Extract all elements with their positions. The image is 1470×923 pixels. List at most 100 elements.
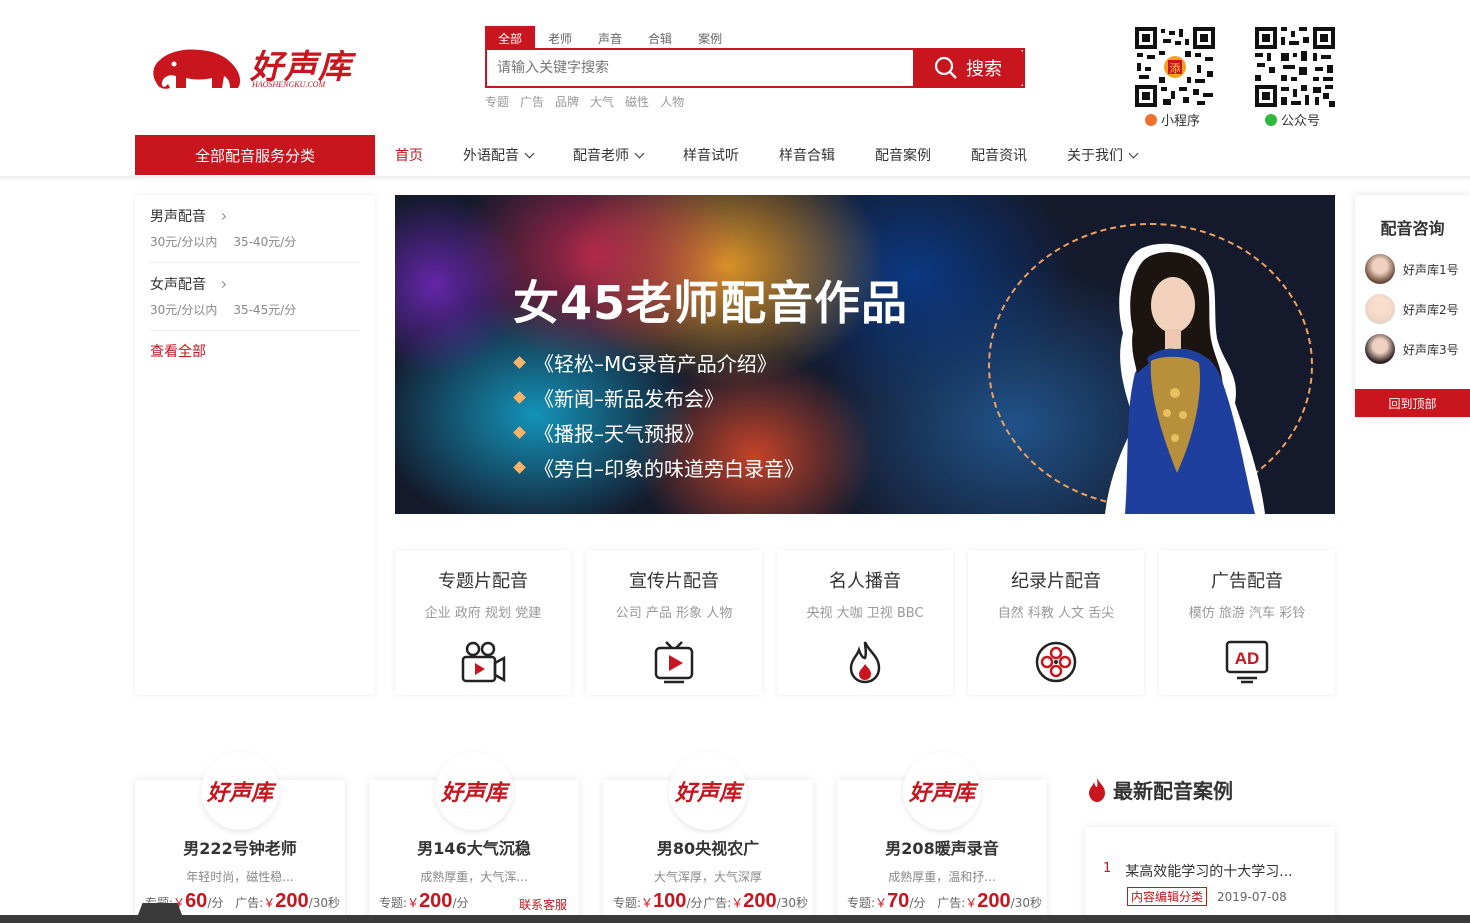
case-item[interactable]: 1 某高效能学习的十大学习... (1103, 861, 1320, 881)
search-tab-teacher[interactable]: 老师 (535, 26, 585, 48)
voice-desc: 年轻时尚，磁性稳... (186, 870, 294, 884)
price-label: 广告: (703, 896, 732, 910)
banner-work-title: 《新闻–新品发布会》 (534, 387, 724, 411)
lock-icon[interactable] (135, 903, 185, 923)
logo-subtext: HAOSHENGKU.COM (252, 80, 326, 89)
consult-agent-name: 好声库2号 (1403, 302, 1459, 317)
nav-teachers[interactable]: 配音老师 (573, 145, 645, 165)
category-card-ad[interactable]: 广告配音 模仿 旅游 汽车 彩铃 AD (1159, 550, 1335, 695)
banner-works-list: 《轻松–MG录音产品介绍》 《新闻–新品发布会》 《播报–天气预报》 《旁白–印… (513, 345, 804, 485)
banner-work-item: 《旁白–印象的味道旁白录音》 (513, 450, 804, 485)
category-card-promo[interactable]: 宣传片配音 公司 产品 形象 人物 (586, 550, 762, 695)
consult-agent-name: 好声库3号 (1403, 342, 1459, 357)
search-tab-all[interactable]: 全部 (485, 26, 536, 48)
consult-agent[interactable]: 好声库2号 (1365, 289, 1470, 329)
currency: ￥ (641, 896, 654, 910)
category-title: 专题片配音 (438, 571, 528, 592)
currency: ￥ (965, 896, 978, 910)
category-title: 纪录片配音 (1011, 571, 1101, 592)
bottom-toolbar (0, 915, 1470, 923)
category-card-documentary[interactable]: 纪录片配音 自然 科教 人文 舌尖 (968, 550, 1144, 695)
nav-label: 关于我们 (1067, 148, 1123, 164)
nav-home[interactable]: 首页 (395, 145, 423, 165)
chevron-down-icon (1128, 148, 1139, 158)
nav-albums[interactable]: 样音合辑 (779, 145, 835, 165)
hot-word[interactable]: 磁性 (625, 93, 649, 110)
chevron-right-icon (218, 212, 227, 220)
hot-word[interactable]: 广告 (520, 93, 544, 110)
nav-label: 样音合辑 (779, 148, 835, 164)
sidebar-item-male[interactable]: 男声配音 (150, 207, 360, 225)
voice-card[interactable]: 好声库 男222号钟老师 年轻时尚，磁性稳... 专题:￥60/分 广告:￥20… (135, 752, 345, 923)
price-label: 专题: (613, 896, 642, 910)
nav-news[interactable]: 配音资讯 (971, 145, 1027, 165)
sidebar-sub-link[interactable]: 30元/分以内 (150, 301, 217, 318)
voice-card[interactable]: 好声库 男146大气沉稳 成熟厚重，大气浑... 专题:￥200/分 联系客服 (369, 752, 579, 923)
video-camera-icon (461, 641, 506, 683)
diamond-bullet-icon (513, 426, 526, 439)
currency: ￥ (407, 896, 420, 910)
category-title: 宣传片配音 (629, 571, 719, 592)
search-button[interactable]: 搜索 (913, 50, 1023, 86)
nav-label: 外语配音 (463, 148, 519, 164)
price-unit: /分 (909, 896, 926, 910)
category-sidebar: 男声配音 30元/分以内 35-40元/分 女声配音 30元/分以内 35-45… (135, 195, 375, 695)
banner-work-title: 《播报–天气预报》 (534, 422, 704, 446)
hot-word[interactable]: 人物 (660, 93, 684, 110)
search-tab-case[interactable]: 案例 (685, 26, 735, 48)
consult-agent[interactable]: 好声库3号 (1365, 329, 1470, 369)
sidebar-item-female[interactable]: 女声配音 (150, 275, 360, 293)
hot-word[interactable]: 大气 (590, 93, 614, 110)
hot-words: 专题 广告 品牌 大气 磁性 人物 (485, 93, 684, 110)
all-categories-button[interactable]: 全部配音服务分类 (135, 135, 375, 175)
nav-label: 配音案例 (875, 148, 931, 164)
nav-foreign-dubbing[interactable]: 外语配音 (463, 145, 535, 165)
sidebar-sub-link[interactable]: 30元/分以内 (150, 233, 217, 250)
search-tab-album[interactable]: 合辑 (635, 26, 685, 48)
back-to-top-button[interactable]: 回到顶部 (1355, 389, 1470, 417)
nav-samples[interactable]: 样音试听 (683, 145, 739, 165)
case-category-tag[interactable]: 内容编辑分类 (1127, 887, 1208, 906)
case-date: 2019-07-08 (1217, 889, 1287, 904)
consult-agent[interactable]: 好声库1号 (1365, 249, 1470, 289)
ad-screen-icon: AD (1225, 640, 1269, 684)
topic-price: 100 (653, 890, 687, 912)
price-unit: /分 (452, 896, 469, 910)
voice-card[interactable]: 好声库 男208暖声录音 成熟厚重，温和抒... 专题:￥70/分 广告:￥20… (837, 752, 1047, 923)
ad-price: 200 (743, 890, 777, 912)
miniprogram-icon (1145, 113, 1157, 126)
main-nav: 首页 外语配音 配音老师 样音试听 样音合辑 配音案例 配音资讯 关于我们 (395, 135, 1177, 175)
search-tab-voice[interactable]: 声音 (585, 26, 635, 48)
search-input[interactable] (487, 50, 913, 86)
avatar (1365, 294, 1395, 324)
sidebar-sub-link[interactable]: 35-45元/分 (233, 301, 296, 318)
diamond-bullet-icon (513, 391, 526, 404)
banner-work-title: 《轻松–MG录音产品介绍》 (534, 352, 777, 376)
voice-name: 男80央视农广 (656, 839, 760, 858)
category-card-topic[interactable]: 专题片配音 企业 政府 规划 党建 (395, 550, 571, 695)
hot-word[interactable]: 品牌 (555, 93, 579, 110)
topic-price: 60 (185, 890, 208, 912)
voice-card[interactable]: 好声库 男80央视农广 大气浑厚，大气深厚 专题:￥100/分 广告:￥200/… (603, 752, 813, 923)
svg-text:AD: AD (1235, 649, 1260, 668)
category-card-celebrity[interactable]: 名人播音 央视 大咖 卫视 BBC (777, 550, 953, 695)
nav-cases[interactable]: 配音案例 (875, 145, 931, 165)
svg-text:添: 添 (1170, 61, 1181, 75)
price-label: 广告: (235, 896, 264, 910)
view-all-link[interactable]: 查看全部 (150, 341, 360, 361)
nav-divider (0, 176, 1470, 182)
hero-banner[interactable]: 女45老师配音作品 《轻松–MG录音产品介绍》 《新闻–新品发布会》 《播报–天… (395, 195, 1335, 514)
voice-desc: 成熟厚重，温和抒... (888, 870, 996, 884)
latest-cases-list: 1 某高效能学习的十大学习... 内容编辑分类 2019-07-08 (1085, 827, 1335, 923)
nav-about[interactable]: 关于我们 (1067, 145, 1139, 165)
miniprogram-label: 小程序 (1145, 110, 1200, 129)
hot-word[interactable]: 专题 (485, 93, 509, 110)
sidebar-title: 女声配音 (150, 277, 206, 293)
sidebar-sub-link[interactable]: 35-40元/分 (233, 233, 296, 250)
site-logo[interactable]: 好声库 HAOSHENGKU.COM (148, 42, 358, 92)
chevron-right-icon (218, 280, 227, 288)
voice-name: 男208暖声录音 (885, 839, 999, 858)
wechat-icon (1265, 113, 1277, 126)
elephant-logo-icon (153, 49, 241, 89)
contact-service-link[interactable]: 联系客服 (519, 896, 567, 913)
